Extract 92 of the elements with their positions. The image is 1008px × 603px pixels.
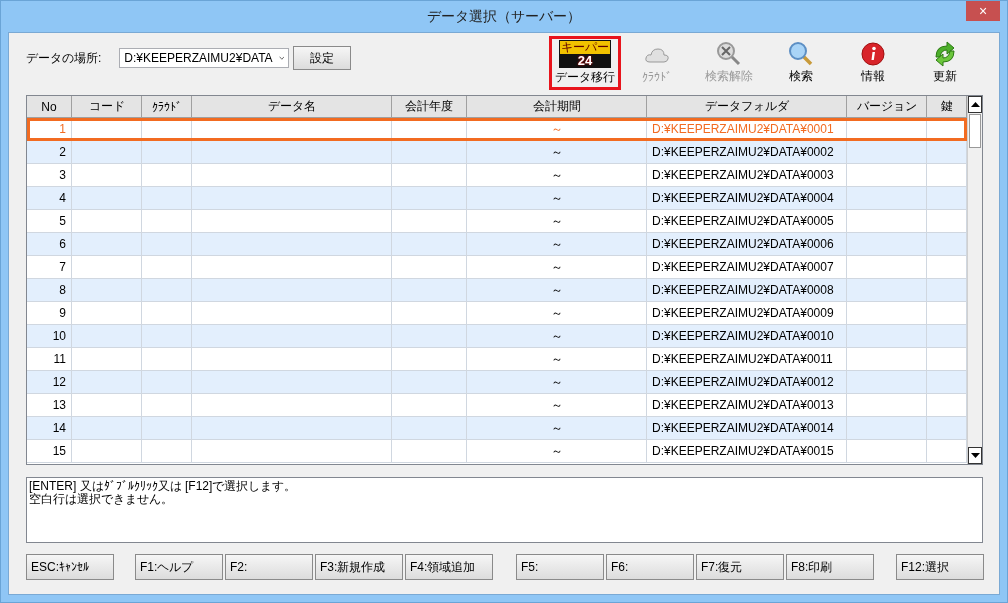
function-key-button[interactable]: F2:: [225, 554, 313, 580]
table-cell: ～: [467, 187, 647, 209]
table-row[interactable]: 2 ～ D:¥KEEPERZAIMU2¥DATA¥0002: [27, 141, 967, 164]
table-cell: D:¥KEEPERZAIMU2¥DATA¥0003: [647, 164, 847, 186]
table-cell: 13: [27, 394, 72, 416]
table-cell: ～: [467, 325, 647, 347]
table-cell: 9: [27, 302, 72, 324]
toolbar-button[interactable]: 更新: [909, 36, 981, 90]
function-key-button[interactable]: F12:選択: [896, 554, 984, 580]
table-cell: 2: [27, 141, 72, 163]
table-cell: ～: [467, 371, 647, 393]
column-header[interactable]: ｸﾗｳﾄﾞ: [142, 96, 192, 117]
table-cell: ～: [467, 210, 647, 232]
table-cell: ～: [467, 417, 647, 439]
table-cell: 4: [27, 187, 72, 209]
table-cell: ～: [467, 279, 647, 301]
table-cell: D:¥KEEPERZAIMU2¥DATA¥0007: [647, 256, 847, 278]
chevron-down-icon: [278, 55, 285, 61]
table-cell: D:¥KEEPERZAIMU2¥DATA¥0002: [647, 141, 847, 163]
table-cell: 10: [27, 325, 72, 347]
table-cell: 12: [27, 371, 72, 393]
table-cell: 8: [27, 279, 72, 301]
table-cell: 6: [27, 233, 72, 255]
table-cell: 3: [27, 164, 72, 186]
table-cell: ～: [467, 164, 647, 186]
function-key-button[interactable]: F6:: [606, 554, 694, 580]
close-button[interactable]: ×: [966, 1, 1000, 21]
column-header[interactable]: バージョン: [847, 96, 927, 117]
column-header[interactable]: 会計年度: [392, 96, 467, 117]
scrollbar[interactable]: [967, 96, 982, 464]
location-dropdown[interactable]: D:¥KEEPERZAIMU2¥DATA: [119, 48, 290, 68]
table-cell: D:¥KEEPERZAIMU2¥DATA¥0011: [647, 348, 847, 370]
window-title: データ選択（サーバー）: [427, 7, 581, 26]
column-header[interactable]: コード: [72, 96, 142, 117]
table-cell: ～: [467, 302, 647, 324]
function-key-button[interactable]: F4:領域追加: [405, 554, 493, 580]
table-cell: 14: [27, 417, 72, 439]
table-row[interactable]: 15 ～ D:¥KEEPERZAIMU2¥DATA¥0015: [27, 440, 967, 463]
table-cell: 7: [27, 256, 72, 278]
table-cell: D:¥KEEPERZAIMU2¥DATA¥0009: [647, 302, 847, 324]
function-key-button[interactable]: F8:印刷: [786, 554, 874, 580]
table-cell: D:¥KEEPERZAIMU2¥DATA¥0008: [647, 279, 847, 301]
table-row[interactable]: 14 ～ D:¥KEEPERZAIMU2¥DATA¥0014: [27, 417, 967, 440]
function-key-button[interactable]: F1:ヘルプ: [135, 554, 223, 580]
toolbar-button[interactable]: キーパー 24 データ移行: [549, 36, 621, 90]
table-cell: D:¥KEEPERZAIMU2¥DATA¥0014: [647, 417, 847, 439]
logo-icon: キーパー 24: [559, 39, 611, 69]
table-cell: D:¥KEEPERZAIMU2¥DATA¥0012: [647, 371, 847, 393]
info-icon: [860, 41, 886, 67]
scrollbar-thumb[interactable]: [969, 114, 981, 148]
magnifier-x-icon: [716, 41, 742, 67]
toolbar-button[interactable]: 情報: [837, 36, 909, 90]
table-cell: D:¥KEEPERZAIMU2¥DATA¥0005: [647, 210, 847, 232]
search-icon: [788, 41, 814, 67]
toolbar-button[interactable]: 検索: [765, 36, 837, 90]
refresh-icon: [932, 41, 958, 67]
table-cell: D:¥KEEPERZAIMU2¥DATA¥0013: [647, 394, 847, 416]
table-cell: ～: [467, 256, 647, 278]
column-header[interactable]: データ名: [192, 96, 392, 117]
column-header[interactable]: 会計期間: [467, 96, 647, 117]
down-arrow-icon[interactable]: [970, 453, 980, 458]
help-text: 空白行は選択できません。: [29, 493, 174, 506]
table-row[interactable]: 4 ～ D:¥KEEPERZAIMU2¥DATA¥0004: [27, 187, 967, 210]
table-cell: 15: [27, 440, 72, 462]
table-cell: ～: [467, 233, 647, 255]
table-cell: ～: [467, 141, 647, 163]
function-key-button[interactable]: F5:: [516, 554, 604, 580]
function-key-button[interactable]: F7:復元: [696, 554, 784, 580]
column-header[interactable]: No: [27, 96, 72, 117]
function-key-button[interactable]: F3:新規作成: [315, 554, 403, 580]
table-cell: ～: [467, 440, 647, 462]
table-cell: 11: [27, 348, 72, 370]
column-header[interactable]: データフォルダ: [647, 96, 847, 117]
table-cell: ～: [467, 348, 647, 370]
function-key-button[interactable]: ESC:ｷｬﾝｾﾙ: [26, 554, 114, 580]
table-row[interactable]: 10 ～ D:¥KEEPERZAIMU2¥DATA¥0010: [27, 325, 967, 348]
table-cell: D:¥KEEPERZAIMU2¥DATA¥0006: [647, 233, 847, 255]
table-cell: 5: [27, 210, 72, 232]
table-row[interactable]: 8 ～ D:¥KEEPERZAIMU2¥DATA¥0008: [27, 279, 967, 302]
table-row[interactable]: 12 ～ D:¥KEEPERZAIMU2¥DATA¥0012: [27, 371, 967, 394]
table-cell: ～: [467, 118, 647, 140]
up-arrow-icon[interactable]: [970, 102, 980, 107]
table-cell: 1: [27, 118, 72, 140]
table-row[interactable]: 6 ～ D:¥KEEPERZAIMU2¥DATA¥0006: [27, 233, 967, 256]
table-cell: D:¥KEEPERZAIMU2¥DATA¥0001: [647, 118, 847, 140]
table-cell: D:¥KEEPERZAIMU2¥DATA¥0004: [647, 187, 847, 209]
table-cell: D:¥KEEPERZAIMU2¥DATA¥0015: [647, 440, 847, 462]
table-cell: D:¥KEEPERZAIMU2¥DATA¥0010: [647, 325, 847, 347]
set-button[interactable]: 設定: [293, 46, 352, 70]
help-text: [ENTER] 又はﾀﾞﾌﾞﾙｸﾘｯｸ又は [F12]で選択します。: [29, 480, 298, 493]
table-cell: ～: [467, 394, 647, 416]
location-label: データの場所:: [26, 49, 102, 67]
